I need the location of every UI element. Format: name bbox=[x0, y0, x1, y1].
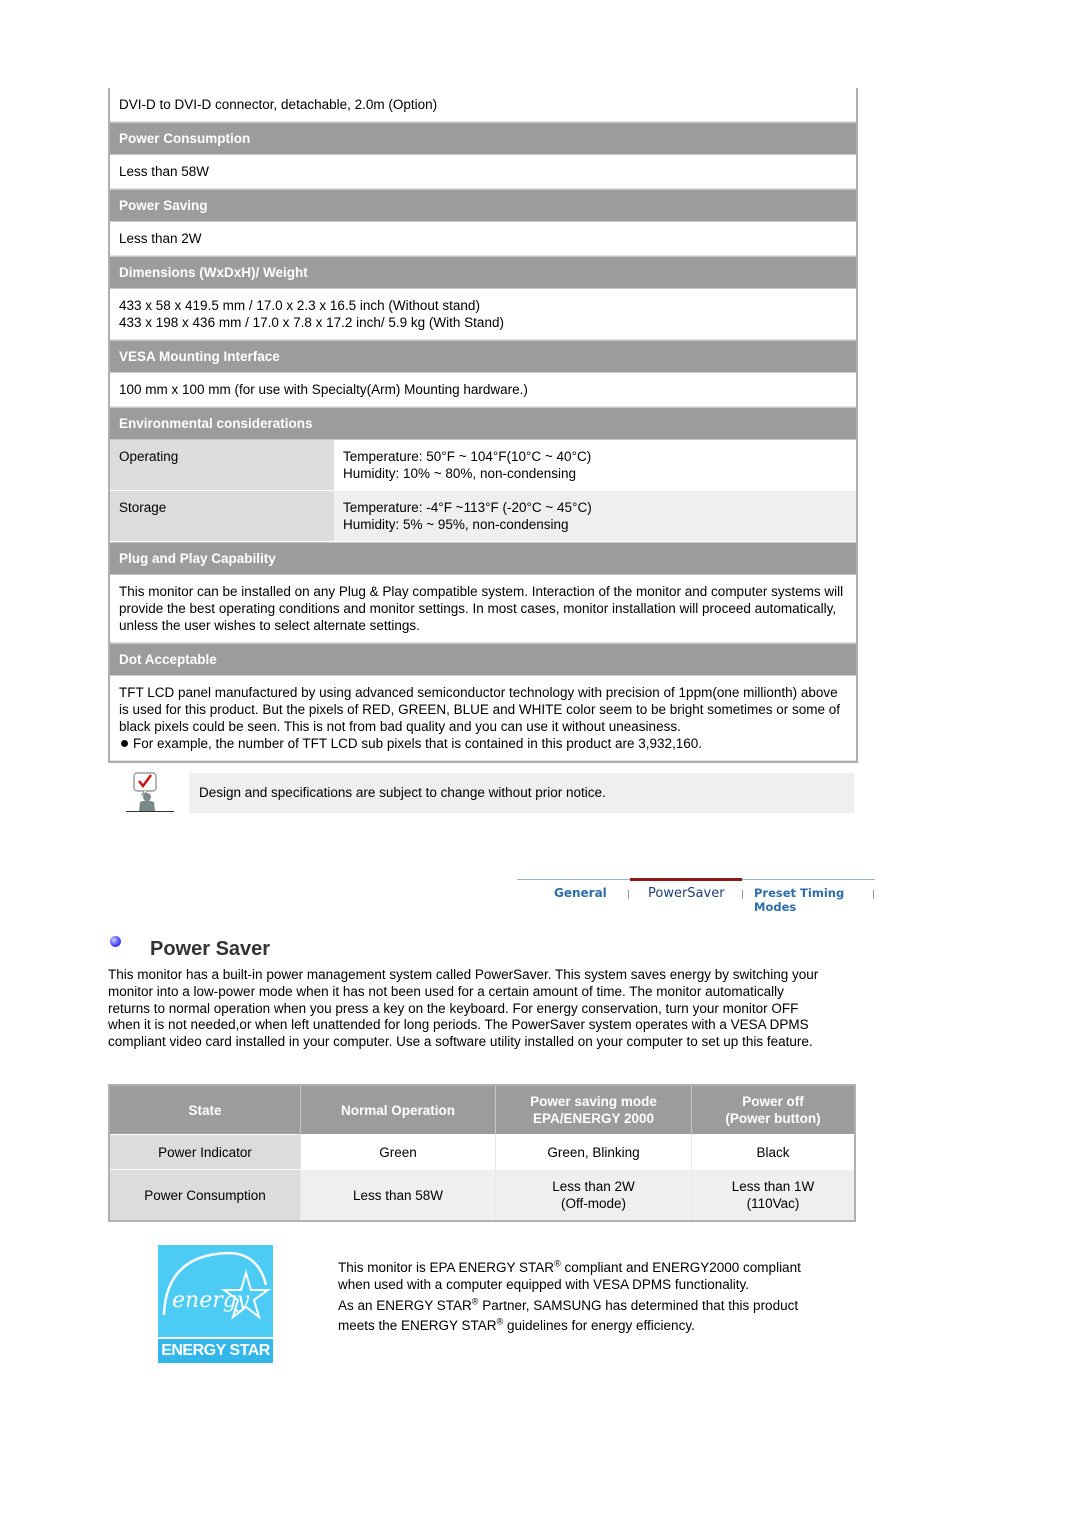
dot-acceptable-value: TFT LCD panel manufactured by using adva… bbox=[110, 676, 856, 761]
section-heading-dot-acceptable: Dot Acceptable bbox=[110, 643, 856, 676]
env-row-operating: Operating Temperature: 50°F ~ 104°F(10°C… bbox=[110, 440, 856, 491]
tab-powersaver[interactable]: PowerSaver bbox=[648, 886, 725, 901]
header-normal-operation: Normal Operation bbox=[300, 1086, 496, 1135]
header-text: State bbox=[188, 1102, 222, 1118]
dimensions-value: 433 x 58 x 419.5 mm / 17.0 x 2.3 x 16.5 … bbox=[110, 289, 856, 340]
table-cell: Green bbox=[300, 1134, 496, 1170]
dimensions-with-stand: 433 x 198 x 436 mm / 17.0 x 7.8 x 17.2 i… bbox=[119, 315, 504, 330]
header-subtext: (Power button) bbox=[725, 1111, 821, 1126]
header-state: State bbox=[110, 1086, 301, 1135]
registered-mark: ® bbox=[554, 1258, 561, 1269]
notice-text: Design and specifications are subject to… bbox=[189, 773, 854, 813]
section-heading-environmental: Environmental considerations bbox=[110, 407, 856, 440]
tab-separator bbox=[742, 890, 743, 899]
table-cell: Less than 2W (Off-mode) bbox=[495, 1169, 692, 1220]
dot-acceptable-text: TFT LCD panel manufactured by using adva… bbox=[119, 685, 841, 734]
checkmark-note-icon bbox=[126, 772, 174, 812]
env-temperature: Temperature: -4°F ~113°F (-20°C ~ 45°C) bbox=[343, 500, 592, 515]
section-heading-power-consumption: Power Consumption bbox=[110, 122, 856, 155]
env-humidity: Humidity: 5% ~ 95%, non-condensing bbox=[343, 517, 569, 532]
tab-bar: General PowerSaver Preset Timing Modes bbox=[517, 878, 875, 914]
row-label: Power Indicator bbox=[110, 1134, 301, 1170]
dot-acceptable-bullet-item: For example, the number of TFT LCD sub p… bbox=[119, 735, 847, 752]
cell-line: Less than 2W bbox=[552, 1179, 635, 1194]
header-subtext: EPA/ENERGY 2000 bbox=[532, 1111, 655, 1126]
section-heading-vesa: VESA Mounting Interface bbox=[110, 340, 856, 373]
cell-subline: (110Vac) bbox=[746, 1196, 800, 1211]
energy-paragraph-2: As an ENERGY STAR® Partner, SAMSUNG has … bbox=[338, 1296, 818, 1336]
energy-star-statement: This monitor is EPA ENERGY STAR® complia… bbox=[338, 1259, 818, 1336]
env-label: Operating bbox=[110, 440, 334, 490]
table-row: Power Indicator Green Green, Blinking Bl… bbox=[110, 1134, 854, 1170]
table-row: Power Consumption Less than 58W Less tha… bbox=[110, 1169, 854, 1220]
env-temperature: Temperature: 50°F ~ 104°F(10°C ~ 40°C) bbox=[343, 449, 592, 464]
bullet-circle-icon bbox=[110, 936, 121, 947]
text: As an ENERGY STAR bbox=[338, 1298, 472, 1313]
tab-preset-timing-modes[interactable]: Preset Timing Modes bbox=[754, 886, 875, 914]
text: This monitor is EPA ENERGY STAR bbox=[338, 1260, 555, 1275]
energy-star-emblem-icon: energy bbox=[162, 1251, 272, 1320]
page-title: Power Saver bbox=[150, 938, 271, 960]
energy-paragraph-1: This monitor is EPA ENERGY STAR® complia… bbox=[338, 1259, 818, 1293]
bullet-text: For example, the number of TFT LCD sub p… bbox=[133, 736, 703, 751]
power-saving-value: Less than 2W bbox=[110, 222, 856, 256]
cell-subline: (Off-mode) bbox=[560, 1196, 626, 1211]
header-text: Power off bbox=[742, 1094, 804, 1109]
dimensions-without-stand: 433 x 58 x 419.5 mm / 17.0 x 2.3 x 16.5 … bbox=[119, 298, 480, 313]
row-label: Power Consumption bbox=[110, 1169, 301, 1220]
spec-table: DVI-D to DVI-D connector, detachable, 2.… bbox=[108, 88, 858, 763]
connector-text: DVI-D to DVI-D connector, detachable, 2.… bbox=[119, 97, 438, 112]
header-text: Normal Operation bbox=[340, 1102, 456, 1118]
bullet-icon bbox=[121, 740, 128, 748]
vesa-value: 100 mm x 100 mm (for use with Specialty(… bbox=[110, 373, 856, 407]
energy-star-label: ENERGY STAR bbox=[158, 1337, 273, 1363]
section-heading-plug-and-play: Plug and Play Capability bbox=[110, 542, 856, 575]
energy-script-text: energy bbox=[172, 1288, 250, 1313]
table-cell: Green, Blinking bbox=[495, 1134, 692, 1170]
energy-star-logo: energy ENERGY STAR bbox=[158, 1245, 273, 1363]
env-value: Temperature: 50°F ~ 104°F(10°C ~ 40°C) H… bbox=[334, 440, 856, 490]
connector-row: DVI-D to DVI-D connector, detachable, 2.… bbox=[110, 88, 856, 122]
env-value: Temperature: -4°F ~113°F (-20°C ~ 45°C) … bbox=[334, 491, 856, 541]
section-heading-dimensions: Dimensions (WxDxH)/ Weight bbox=[110, 256, 856, 289]
table-cell: Less than 58W bbox=[300, 1169, 496, 1220]
env-label: Storage bbox=[110, 491, 334, 541]
table-cell: Black bbox=[691, 1134, 854, 1170]
cell-line: Less than 1W bbox=[731, 1179, 815, 1194]
header-text: Power saving mode bbox=[530, 1094, 657, 1109]
power-state-table: State Normal Operation Power saving mode… bbox=[108, 1084, 856, 1222]
env-humidity: Humidity: 10% ~ 80%, non-condensing bbox=[343, 466, 577, 481]
header-power-saving-mode: Power saving mode EPA/ENERGY 2000 bbox=[495, 1086, 692, 1135]
tab-separator bbox=[873, 890, 874, 899]
tab-general[interactable]: General bbox=[554, 886, 607, 900]
header-power-off: Power off (Power button) bbox=[691, 1086, 854, 1135]
table-header-row: State Normal Operation Power saving mode… bbox=[110, 1086, 854, 1135]
table-cell: Less than 1W (110Vac) bbox=[691, 1169, 854, 1220]
plug-and-play-value: This monitor can be installed on any Plu… bbox=[110, 575, 856, 643]
power-saver-description: This monitor has a built-in power manage… bbox=[108, 967, 819, 1050]
text: guidelines for energy efficiency. bbox=[503, 1318, 695, 1333]
tab-separator bbox=[628, 890, 629, 899]
active-tab-indicator bbox=[630, 878, 742, 881]
section-heading-power-saving: Power Saving bbox=[110, 189, 856, 222]
env-row-storage: Storage Temperature: -4°F ~113°F (-20°C … bbox=[110, 491, 856, 542]
power-consumption-value: Less than 58W bbox=[110, 155, 856, 189]
